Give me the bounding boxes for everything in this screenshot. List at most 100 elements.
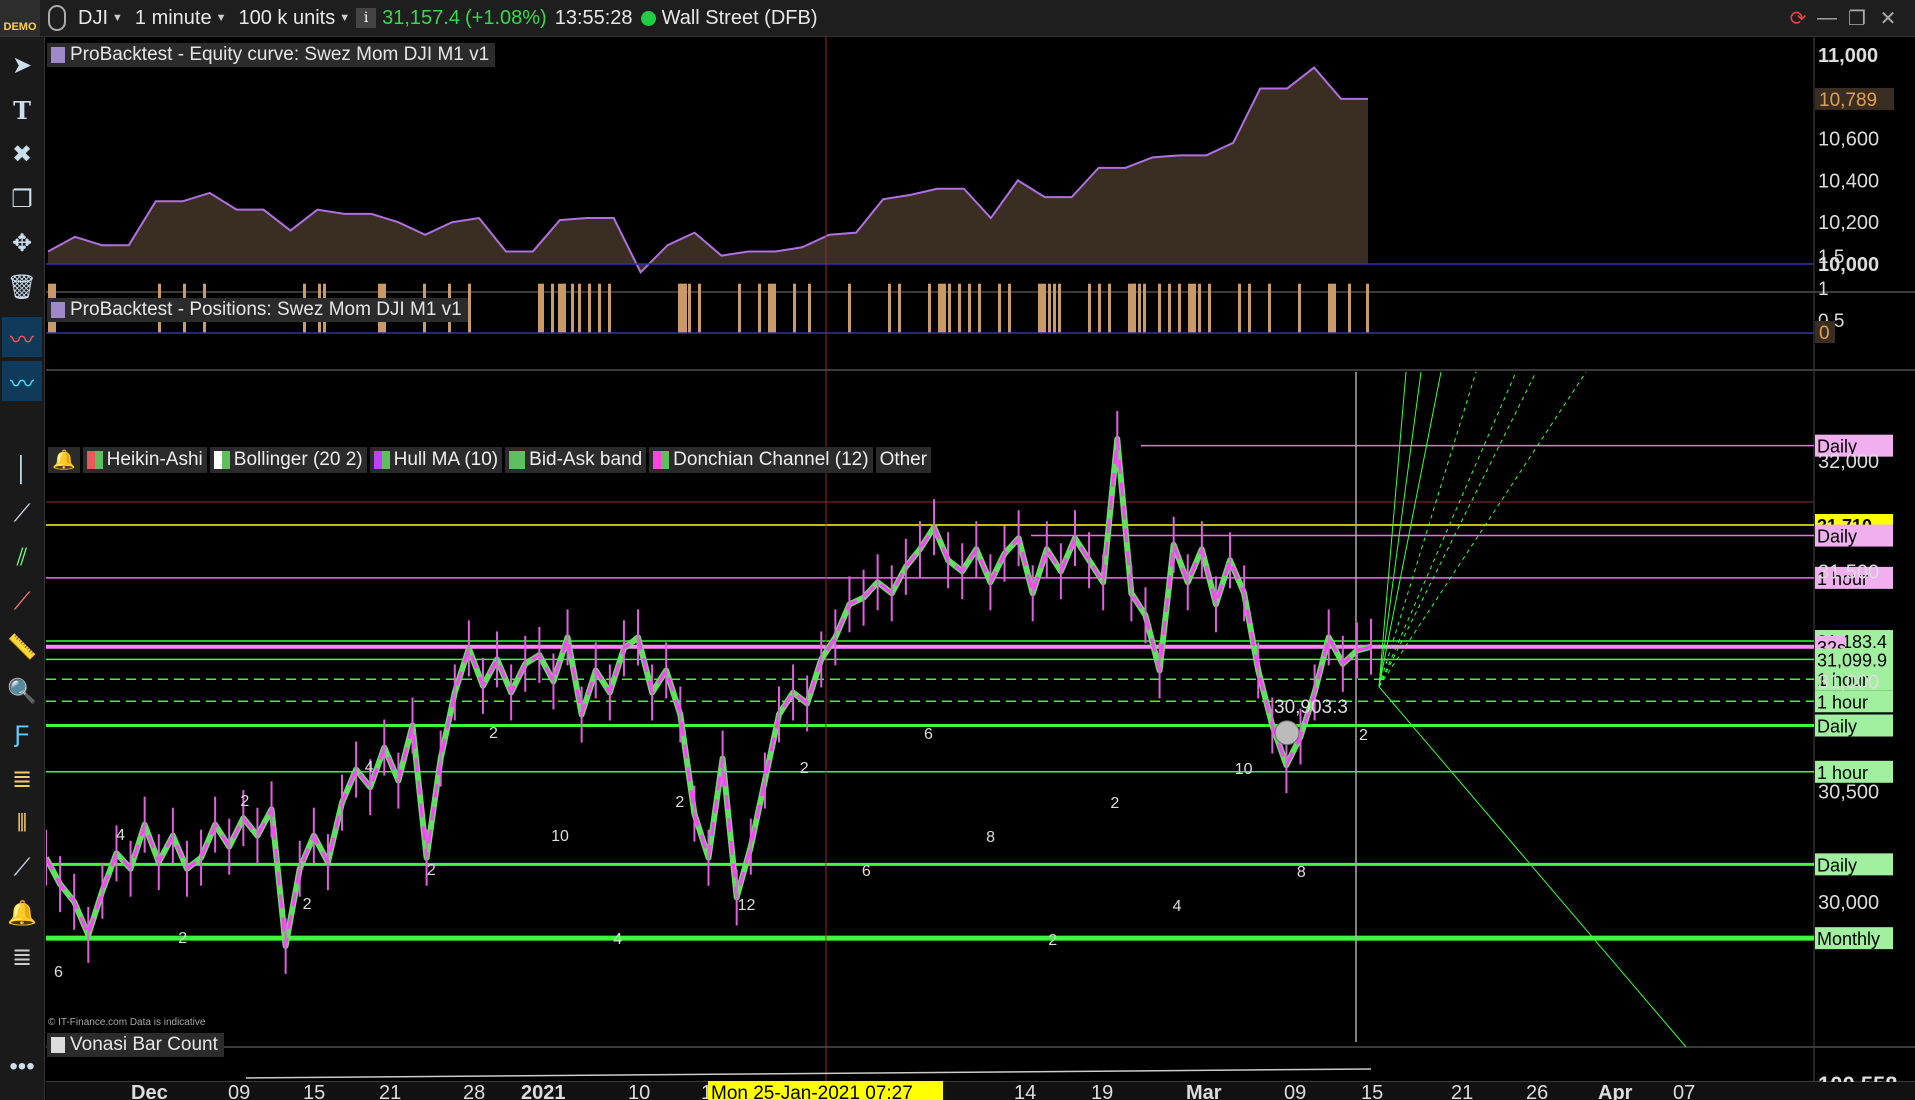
annotation-marker xyxy=(1274,720,1300,746)
line-icon[interactable]: ⟋ xyxy=(2,848,42,888)
copy-icon[interactable]: ❐ xyxy=(2,179,42,219)
fan-icon[interactable]: ⟋ xyxy=(2,582,42,622)
barcount-panel-title[interactable]: Vonasi Bar Count xyxy=(47,1033,224,1057)
legend-item[interactable]: Other xyxy=(875,447,932,473)
tools-icon[interactable]: ✖ xyxy=(2,134,42,174)
equity-panel-title[interactable]: ProBacktest - Equity curve: Swez Mom DJI… xyxy=(47,43,496,67)
price-tick-label: 32,000 xyxy=(1818,451,1879,473)
legend-item[interactable]: Hull MA (10) xyxy=(369,447,503,473)
position-bar xyxy=(948,283,951,333)
cursor-icon[interactable]: ➤ xyxy=(2,45,42,85)
symbol-selector[interactable]: DJI ▼ xyxy=(72,0,129,36)
bar-count-label: 4 xyxy=(116,827,125,844)
legend-label: Donchian Channel (12) xyxy=(673,449,869,470)
x-tick-label: Mar xyxy=(1186,1082,1222,1100)
restore-icon[interactable]: ❐ xyxy=(1842,0,1872,36)
legend-item[interactable]: Bid-Ask band xyxy=(505,447,647,473)
equity-tick-label: 11,000 xyxy=(1818,45,1878,67)
legend-item[interactable]: Donchian Channel (12) xyxy=(649,447,873,473)
position-bar xyxy=(1208,283,1211,333)
bar-count-label: 10 xyxy=(1235,761,1253,778)
x-tick-label: 07 xyxy=(1673,1082,1695,1100)
chevron-down-icon: ▼ xyxy=(112,12,123,24)
link-chain-icon[interactable] xyxy=(48,5,66,31)
bar-count-label: 2 xyxy=(303,896,312,913)
position-bar xyxy=(468,283,471,333)
bar-count-label: 2 xyxy=(1359,727,1368,744)
annotation-label: 30,903.3 xyxy=(1274,697,1348,718)
crosshair-date-label: Mon 25-Jan-2021 07:27 xyxy=(711,1083,913,1100)
price-tick-label: 31,500 xyxy=(1818,561,1879,583)
price-level-label: Monthly xyxy=(1817,929,1880,949)
position-bar xyxy=(1238,283,1241,333)
legend-label: Other xyxy=(879,449,928,470)
minimize-icon[interactable]: — xyxy=(1812,0,1842,36)
position-bar xyxy=(888,283,891,333)
position-bar xyxy=(1366,283,1369,333)
position-bar xyxy=(551,283,554,333)
position-bar xyxy=(1198,283,1201,333)
text-tool-icon[interactable]: T xyxy=(2,90,42,130)
indicator-wave-icon[interactable]: 〰 xyxy=(2,361,42,401)
fibonacci-icon[interactable]: Ƒ xyxy=(2,715,42,755)
equity-tick-label: 10,200 xyxy=(1818,212,1879,234)
legend-swatch xyxy=(86,451,103,469)
barcount-swatch xyxy=(51,1037,65,1053)
channel-icon[interactable]: ⫽ xyxy=(2,538,42,578)
bar-count-label: 2 xyxy=(489,725,498,742)
x-tick-label: 28 xyxy=(463,1082,485,1100)
fib-time-icon[interactable]: ⦀ xyxy=(2,804,42,844)
bar-count-label: 2 xyxy=(1048,932,1057,949)
position-bar xyxy=(1348,283,1351,333)
positions-tick-label: 1 xyxy=(1818,279,1829,300)
units-label: 100 k units xyxy=(238,6,336,29)
bar-count-label: 6 xyxy=(862,863,871,880)
position-bar xyxy=(1248,283,1251,333)
price-tick-label: 30,000 xyxy=(1818,892,1879,914)
timeframe-selector[interactable]: 1 minute ▼ xyxy=(129,0,233,36)
trendline-icon[interactable]: ⟋ xyxy=(2,494,42,534)
instrument-name: Wall Street (DFB) xyxy=(661,6,818,29)
position-bar xyxy=(684,283,687,333)
units-selector[interactable]: 100 k units ▼ xyxy=(233,0,357,36)
move-icon[interactable]: ✥ xyxy=(2,223,42,263)
position-bar xyxy=(958,283,961,333)
x-tick-label: 15 xyxy=(1361,1082,1383,1100)
fib-levels-icon[interactable]: ≣ xyxy=(2,759,42,799)
price-level-label: 31,099.9 xyxy=(1817,650,1887,670)
positions-tick-label: 1.5 xyxy=(1818,247,1844,268)
timeframe-label: 1 minute xyxy=(134,6,212,29)
sync-icon[interactable]: ⟳ xyxy=(1784,0,1812,36)
info-icon[interactable]: i xyxy=(356,8,377,28)
legend-item[interactable]: Bollinger (20 2) xyxy=(209,447,367,473)
position-bar xyxy=(1178,283,1181,333)
bar-count-label: 2 xyxy=(800,760,809,777)
bar-count-label: 2 xyxy=(675,794,684,811)
price-tick-label: 31,000 xyxy=(1818,671,1879,693)
positions-panel-title[interactable]: ProBacktest - Positions: Swez Mom DJI M1… xyxy=(47,298,468,322)
legend-item[interactable]: Heikin-Ashi xyxy=(82,447,207,473)
legend-bell[interactable]: 🔔 xyxy=(48,447,80,473)
chevron-down-icon: ▼ xyxy=(339,12,351,24)
x-tick-label: Dec xyxy=(131,1082,168,1100)
zoom-icon[interactable]: 🔍 xyxy=(2,671,42,711)
position-bar xyxy=(1298,283,1301,333)
legend-label: Bid-Ask band xyxy=(529,449,643,470)
position-bar xyxy=(808,283,811,333)
indicator-line-icon[interactable]: 〰 xyxy=(2,317,42,357)
chart-area[interactable]: 11,00010,80010,60010,40010,20010,00010,7… xyxy=(46,37,1915,1100)
close-icon[interactable]: ✕ xyxy=(1872,0,1904,36)
x-tick-label: 14 xyxy=(1014,1082,1036,1100)
indicator-legend: 🔔 Heikin-Ashi Bollinger (20 2) Hull MA (10… xyxy=(48,447,934,473)
more-icon[interactable]: ••• xyxy=(2,1047,42,1087)
barcount-title-text: Vonasi Bar Count xyxy=(70,1034,218,1055)
bar-count-label: 4 xyxy=(365,759,374,776)
trash-icon[interactable]: 🗑 xyxy=(2,267,42,307)
vertical-line-icon[interactable]: │ xyxy=(2,450,42,490)
alert-icon[interactable]: 🔔 xyxy=(2,893,42,933)
ruler-icon[interactable]: 📏 xyxy=(2,627,42,667)
position-bar xyxy=(1168,283,1171,333)
legend-swatch xyxy=(653,451,670,469)
fib-fan-icon[interactable]: ≣ xyxy=(2,937,42,977)
position-bar xyxy=(968,283,971,333)
